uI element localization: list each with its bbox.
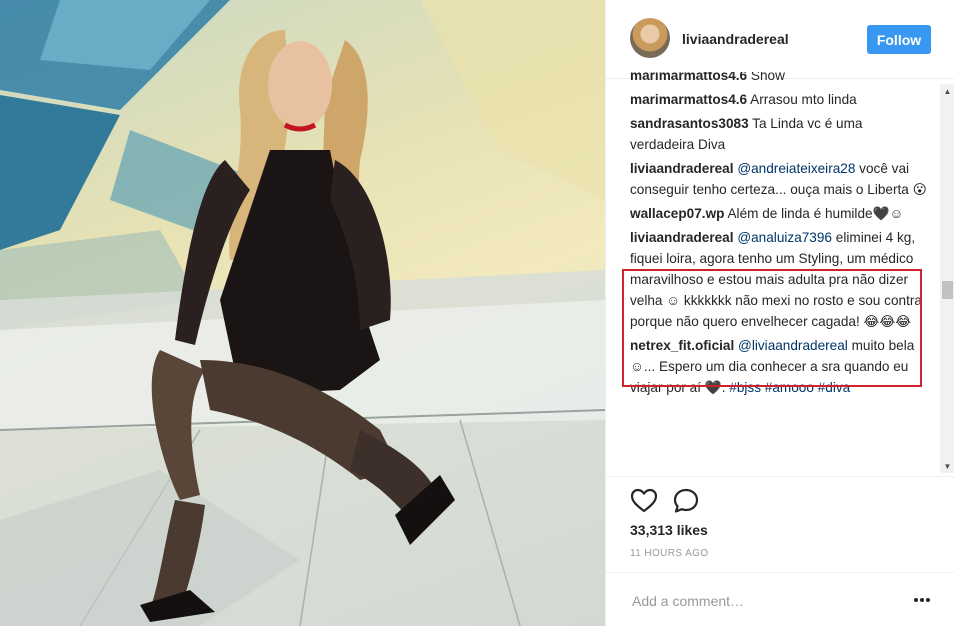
scroll-down-arrow-icon[interactable]: ▼ bbox=[940, 459, 954, 473]
likes-count[interactable]: 33,313 likes bbox=[630, 522, 708, 538]
hashtag-link[interactable]: #bjss bbox=[729, 380, 761, 395]
author-username[interactable]: liviaandradereal bbox=[682, 31, 789, 47]
comment-item: liviaandradereal @andreiateixeira28 você… bbox=[630, 158, 930, 200]
comment-item: marimarmattos4.6 Arrasou mto linda bbox=[630, 89, 930, 110]
hashtag-link[interactable]: #amooo bbox=[765, 380, 814, 395]
comment-username[interactable]: marimarmattos4.6 bbox=[630, 92, 747, 107]
comment-username[interactable]: sandrasantos3083 bbox=[630, 116, 749, 131]
post-header: liviaandradereal Follow bbox=[606, 0, 954, 79]
instagram-post: liviaandradereal Follow marimarmattos4.6… bbox=[0, 0, 954, 626]
comment-item: sandrasantos3083 Ta Linda vc é uma verda… bbox=[630, 113, 930, 155]
heart-icon[interactable] bbox=[630, 487, 658, 515]
post-side-panel: liviaandradereal Follow marimarmattos4.6… bbox=[605, 0, 954, 626]
comment-mention-link[interactable]: @analuiza7396 bbox=[737, 230, 832, 245]
comment-text: Show bbox=[750, 72, 785, 83]
scroll-up-arrow-icon[interactable]: ▲ bbox=[940, 84, 954, 98]
comment-username[interactable]: wallacep07.wp bbox=[630, 206, 724, 221]
comment-highlighted: liviaandradereal @analuiza7396 eliminei … bbox=[630, 227, 930, 332]
comment-username[interactable]: marimarmattos4.6 bbox=[630, 72, 747, 83]
comments-list: marimarmattos4.6 Show marimarmattos4.6 Ar… bbox=[630, 72, 930, 472]
ellipsis-icon[interactable] bbox=[911, 589, 933, 611]
comment-username[interactable]: netrex_fit.oficial bbox=[630, 338, 734, 353]
comment-mention-link[interactable]: @liviaandradereal bbox=[738, 338, 848, 353]
comment-mention-link[interactable]: @andreiateixeira28 bbox=[737, 161, 855, 176]
speech-bubble-icon[interactable] bbox=[672, 487, 700, 515]
comments-scrollbar[interactable]: ▲ ▼ bbox=[940, 84, 954, 473]
comment-input[interactable] bbox=[630, 589, 894, 613]
hashtag-link[interactable]: #diva bbox=[818, 380, 851, 395]
post-timestamp[interactable]: 11 HOURS AGO bbox=[630, 548, 709, 559]
photo-illustration bbox=[0, 0, 605, 626]
comment-text: Além de linda é humilde🖤☺ bbox=[727, 206, 904, 221]
post-actions bbox=[606, 476, 954, 517]
follow-button[interactable]: Follow bbox=[867, 25, 931, 54]
comment-username[interactable]: liviaandradereal bbox=[630, 230, 734, 245]
post-photo[interactable] bbox=[0, 0, 605, 626]
comment-item: marimarmattos4.6 Show bbox=[630, 72, 930, 86]
add-comment-bar bbox=[606, 572, 954, 626]
comment-item: netrex_fit.oficial @liviaandradereal mui… bbox=[630, 335, 930, 398]
scrollbar-thumb[interactable] bbox=[942, 281, 953, 299]
author-avatar[interactable] bbox=[630, 18, 670, 58]
comment-text: Arrasou mto linda bbox=[750, 92, 857, 107]
comment-item: wallacep07.wp Além de linda é humilde🖤☺ bbox=[630, 203, 930, 224]
comment-username[interactable]: liviaandradereal bbox=[630, 161, 734, 176]
